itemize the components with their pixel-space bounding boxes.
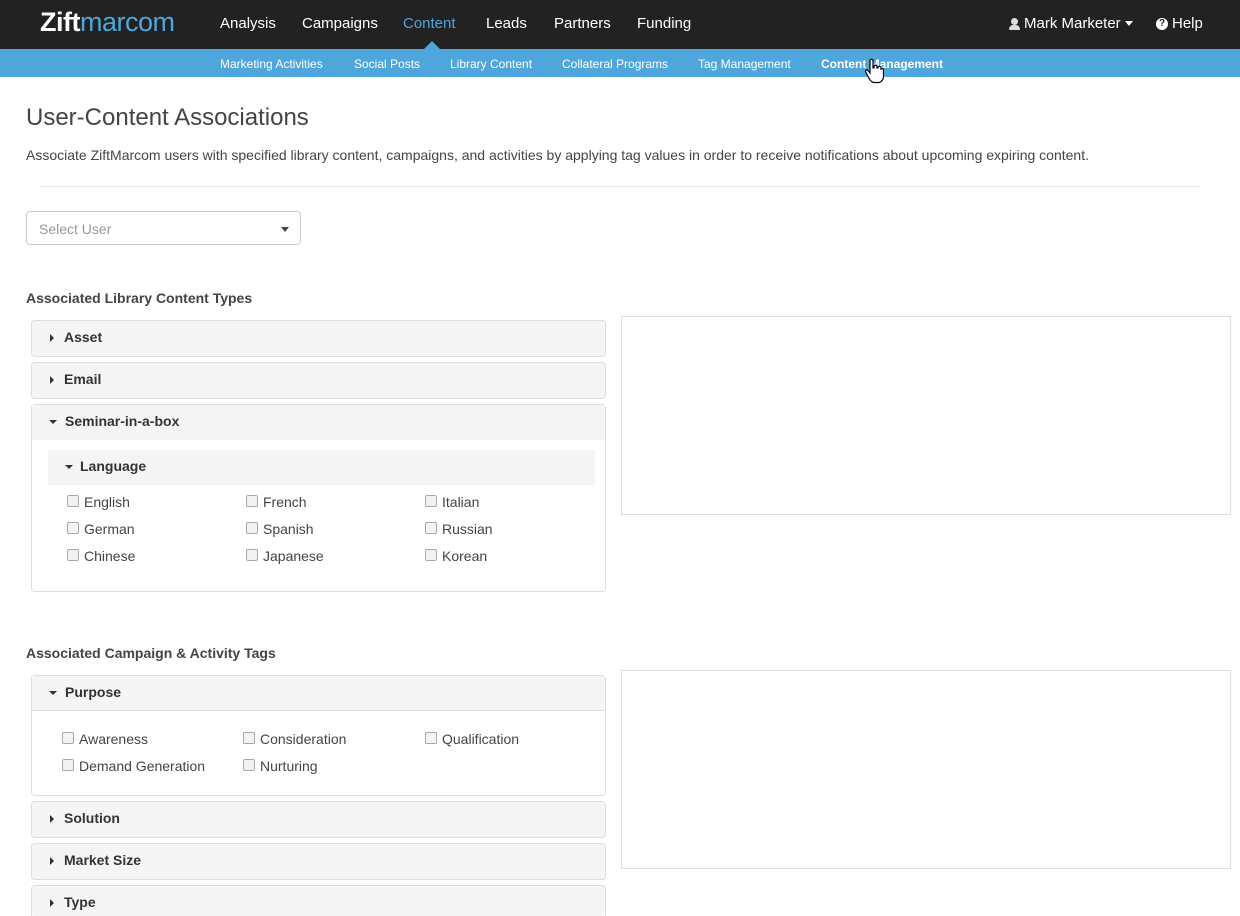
checkbox-english[interactable]: English (67, 494, 130, 510)
checkbox-box[interactable] (67, 521, 79, 534)
panel-label: Type (64, 894, 96, 910)
panel-label: Solution (64, 810, 120, 826)
panel-email-header[interactable]: Email (32, 363, 605, 398)
campaign-associations-list (621, 670, 1231, 869)
panel-asset-header[interactable]: Asset (32, 321, 605, 356)
nav-partners[interactable]: Partners (554, 15, 611, 32)
caret-right-icon (50, 857, 54, 865)
nav-leads[interactable]: Leads (486, 15, 527, 32)
subnav-library-content[interactable]: Library Content (450, 57, 532, 71)
subnav-tag-management[interactable]: Tag Management (698, 57, 791, 71)
checkbox-box[interactable] (425, 731, 437, 744)
checkbox-box[interactable] (67, 494, 79, 507)
caret-down-icon (65, 465, 73, 469)
library-section-title: Associated Library Content Types (26, 290, 253, 306)
panel-purpose-header[interactable]: Purpose (32, 676, 605, 711)
nav-campaigns[interactable]: Campaigns (302, 15, 378, 32)
panel-purpose: Purpose Awareness Consideration Qualific… (31, 675, 606, 796)
panel-email: Email (31, 362, 606, 399)
top-navbar: Ziftmarcom Analysis Campaigns Content Le… (0, 0, 1240, 49)
panel-type: Type (31, 885, 606, 916)
caret-down-icon (49, 420, 57, 424)
caret-right-icon (50, 334, 54, 342)
checkbox-french[interactable]: French (246, 494, 307, 510)
subnav-collateral-programs[interactable]: Collateral Programs (562, 57, 668, 71)
panel-label: Email (64, 371, 102, 387)
checkbox-qualification[interactable]: Qualification (425, 731, 519, 747)
checkbox-box[interactable] (425, 521, 437, 534)
checkbox-chinese[interactable]: Chinese (67, 548, 135, 564)
page-title: User-Content Associations (26, 104, 309, 131)
checkbox-box[interactable] (425, 548, 437, 561)
checkbox-box[interactable] (246, 494, 258, 507)
checkbox-awareness[interactable]: Awareness (62, 731, 148, 747)
library-associations-list (621, 316, 1231, 515)
caret-down-icon (281, 227, 289, 232)
panel-seminar-header[interactable]: Seminar-in-a-box (32, 405, 605, 440)
nav-analysis[interactable]: Analysis (220, 15, 276, 32)
checkbox-box[interactable] (243, 731, 255, 744)
checkbox-spanish[interactable]: Spanish (246, 521, 314, 537)
checkbox-box[interactable] (246, 548, 258, 561)
checkbox-box[interactable] (243, 758, 255, 771)
checkbox-box[interactable] (246, 521, 258, 534)
checkbox-korean[interactable]: Korean (425, 548, 487, 564)
checkbox-german[interactable]: German (67, 521, 135, 537)
user-name: Mark Marketer (1024, 15, 1121, 32)
caret-right-icon (50, 376, 54, 384)
checkbox-russian[interactable]: Russian (425, 521, 493, 537)
panel-label: Purpose (65, 684, 122, 700)
caret-right-icon (50, 815, 54, 823)
panel-seminar-in-a-box: Seminar-in-a-box Language English French… (31, 404, 606, 592)
nav-funding[interactable]: Funding (637, 15, 691, 32)
subpanel-label: Language (80, 458, 147, 474)
select-user-placeholder: Select User (39, 221, 112, 237)
active-nav-indicator (424, 41, 440, 49)
subpanel-language-header[interactable]: Language (48, 450, 595, 485)
panel-asset: Asset (31, 320, 606, 357)
caret-down-icon (49, 691, 57, 695)
checkbox-box[interactable] (62, 758, 74, 771)
subnav-social-posts[interactable]: Social Posts (354, 57, 420, 71)
page-description: Associate ZiftMarcom users with specifie… (26, 147, 1089, 163)
checkbox-consideration[interactable]: Consideration (243, 731, 346, 747)
question-circle-icon: ? (1156, 17, 1168, 30)
caret-right-icon (50, 899, 54, 907)
checkbox-box[interactable] (62, 731, 74, 744)
checkbox-japanese[interactable]: Japanese (246, 548, 324, 564)
help-label: Help (1172, 15, 1203, 32)
panel-label: Market Size (64, 852, 142, 868)
checkbox-italian[interactable]: Italian (425, 494, 479, 510)
checkbox-nurturing[interactable]: Nurturing (243, 758, 318, 774)
caret-down-icon (1124, 21, 1133, 26)
header-divider (40, 186, 1200, 187)
checkbox-box[interactable] (425, 494, 437, 507)
select-user-dropdown[interactable]: Select User (26, 211, 301, 245)
panel-type-header[interactable]: Type (32, 886, 605, 916)
help-link[interactable]: ? Help (1156, 15, 1203, 32)
sub-navbar: Marketing Activities Social Posts Librar… (0, 49, 1240, 77)
panel-label: Asset (64, 329, 103, 345)
panel-solution: Solution (31, 801, 606, 838)
campaign-section-title: Associated Campaign & Activity Tags (26, 645, 276, 661)
nav-content[interactable]: Content (403, 15, 456, 32)
user-menu[interactable]: Mark Marketer (1009, 15, 1133, 32)
panel-label: Seminar-in-a-box (65, 413, 180, 429)
ziftmarcom-logo[interactable]: Ziftmarcom (40, 7, 175, 38)
user-icon (1009, 17, 1020, 30)
checkbox-demand-generation[interactable]: Demand Generation (62, 758, 205, 774)
panel-market-size: Market Size (31, 843, 606, 880)
panel-market-size-header[interactable]: Market Size (32, 844, 605, 879)
hand-pointer-icon (864, 58, 884, 84)
checkbox-box[interactable] (67, 548, 79, 561)
panel-solution-header[interactable]: Solution (32, 802, 605, 837)
subnav-marketing-activities[interactable]: Marketing Activities (220, 57, 323, 71)
